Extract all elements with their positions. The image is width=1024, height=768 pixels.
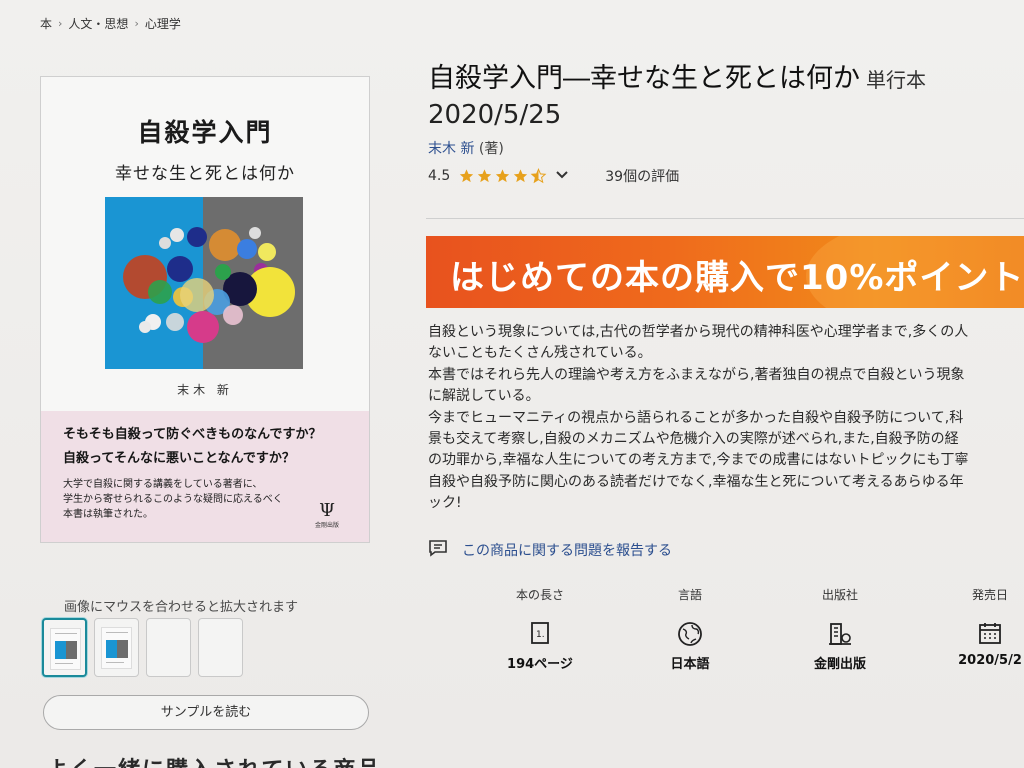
description-line: 今までヒューマニティの視点から語られることが多かった自殺や自殺予防について,科 [428,409,964,426]
report-issue-text: この商品に関する問題を報告する [462,543,672,559]
description-line: ないこともたくさん残されている。 [428,345,652,362]
thumbnail-2[interactable] [94,618,139,677]
attribute-value: 日本語 [670,657,710,672]
cover-artwork [105,197,303,369]
product-description: 自殺という現象については,古代の哲学者から現代の精神科医や心理学者まで,多くの人… [428,322,1024,515]
read-sample-button[interactable]: サンプルを読む [43,695,369,730]
breadcrumb: 本 › 人文・思想 › 心理学 [40,15,181,32]
description-line: ック! [428,495,462,512]
thumbnail-3[interactable] [146,618,191,677]
attribute-publisher: 出版社 金剛出版 [780,586,900,672]
cover-question-1: そもそも自殺って防ぐべきものなんですか？ [63,427,322,442]
star-rating[interactable] [458,168,547,184]
report-issue-link[interactable]: この商品に関する問題を報告する [428,539,672,561]
book-cover-image[interactable]: 自殺学入門 幸せな生と死とは何か 末木 新 そもそも自殺って防ぐべきものなんです… [40,76,370,543]
attribute-value: 194ページ [507,657,573,672]
product-page: 本 › 人文・思想 › 心理学 自殺学入門 幸せな生と死とは何か 末木 新 そも… [0,0,1024,768]
promo-text: はじめての本の購入で10%ポイント [450,258,1024,298]
product-title: 自殺学入門―幸せな生と死とは何か 単行本 [428,56,926,95]
star-icon [460,169,474,183]
star-icon [496,169,510,183]
svg-text:1.: 1. [536,630,545,640]
rating-count-link[interactable]: 39個の評価 [605,166,679,186]
author-link[interactable]: 末木 新 [428,141,474,157]
product-format: 単行本 [866,68,926,92]
publisher-name: 金剛出版 [314,522,339,529]
cover-blurb-line: 本書は執筆された。 [63,509,153,520]
breadcrumb-item-humanities[interactable]: 人文・思想 [68,15,128,32]
divider [426,218,1024,219]
chevron-right-icon: › [58,17,63,30]
cover-blurb-line: 大学で自殺に関する講義をしている著者に、 [63,479,263,490]
chevron-down-icon[interactable] [555,169,569,183]
publisher-mark: Ψ [319,500,335,521]
rating-value: 4.5 [428,168,451,184]
half-star-icon [530,168,547,184]
description-line: 景も交えて考察し,自殺のメカニズムや危機介入の実際が述べられ,また,自殺予防の経 [428,431,959,448]
rating-row: 4.5 39個の評価 [428,166,679,186]
globe-icon [630,621,750,646]
star-icon [514,169,528,183]
star-icon [478,169,492,183]
attribute-label: 発売日 [971,588,1008,602]
description-line: 自殺という現象については,古代の哲学者から現代の精神科医や心理学者まで,多くの人 [428,324,969,340]
thumbnail-1[interactable] [42,618,87,677]
description-line: の功罪から,幸福な人生についての考え方まで,今までの成書にはないトピックにも丁寧 [428,452,969,469]
cover-title: 自殺学入門 [137,118,273,147]
cover-blurb: 大学で自殺に関する講義をしている著者に、 学生から寄せられるこのような疑問に応え… [63,477,323,522]
thumbnail-4[interactable] [198,618,243,677]
promo-banner[interactable]: はじめての本の購入で10%ポイント [426,236,1024,308]
frequently-bought-heading: よく一緒に購入されている商品 [46,752,381,768]
feedback-icon [428,539,448,561]
cover-blurb-line: 学生から寄せられるこのような疑問に応えるべく [63,494,283,505]
product-date: 2020/5/25 [428,100,562,130]
description-line: 本書ではそれら先人の理論や考え方をふまえながら,著者独自の視点で自殺という現象 [428,366,965,383]
chevron-right-icon: › [134,17,139,30]
calendar-icon [930,621,1024,645]
publisher-logo: Ψ 金剛出版 [309,500,345,530]
breadcrumb-item-books[interactable]: 本 [40,15,52,32]
cover-subtitle: 幸せな生と死とは何か [115,164,295,184]
zoom-hint: 画像にマウスを合わせると拡大されます [64,600,299,615]
attribute-value: 2020/5/2 [958,653,1022,668]
attribute-label: 言語 [677,588,702,602]
attribute-language: 言語 日本語 [630,586,750,672]
author-line: 末木 新 (著) [428,138,504,158]
description-line: に解説している。 [428,388,540,405]
cover-question-2: 自殺ってそんなに悪いことなんですか？ [63,451,295,466]
cover-author: 末木 新 [177,383,233,397]
attribute-release-date: 発売日 2020/5/2 [930,586,1024,668]
description-line: 自殺や自殺予防に関心のある読者だけでなく,幸福な生と死について考えるあらゆる年 [428,473,964,490]
attribute-label: 出版社 [821,588,858,602]
attribute-page-count: 本の長さ 1. 194ページ [480,586,600,672]
attribute-value: 金剛出版 [813,657,866,672]
thumbnail-strip [42,618,243,677]
breadcrumb-item-psychology[interactable]: 心理学 [145,15,181,32]
product-title-text: 自殺学入門―幸せな生と死とは何か [428,63,860,94]
author-role: (著) [478,141,504,157]
building-icon [780,621,900,645]
page-count-icon: 1. [480,621,600,645]
attribute-label: 本の長さ [515,588,564,602]
